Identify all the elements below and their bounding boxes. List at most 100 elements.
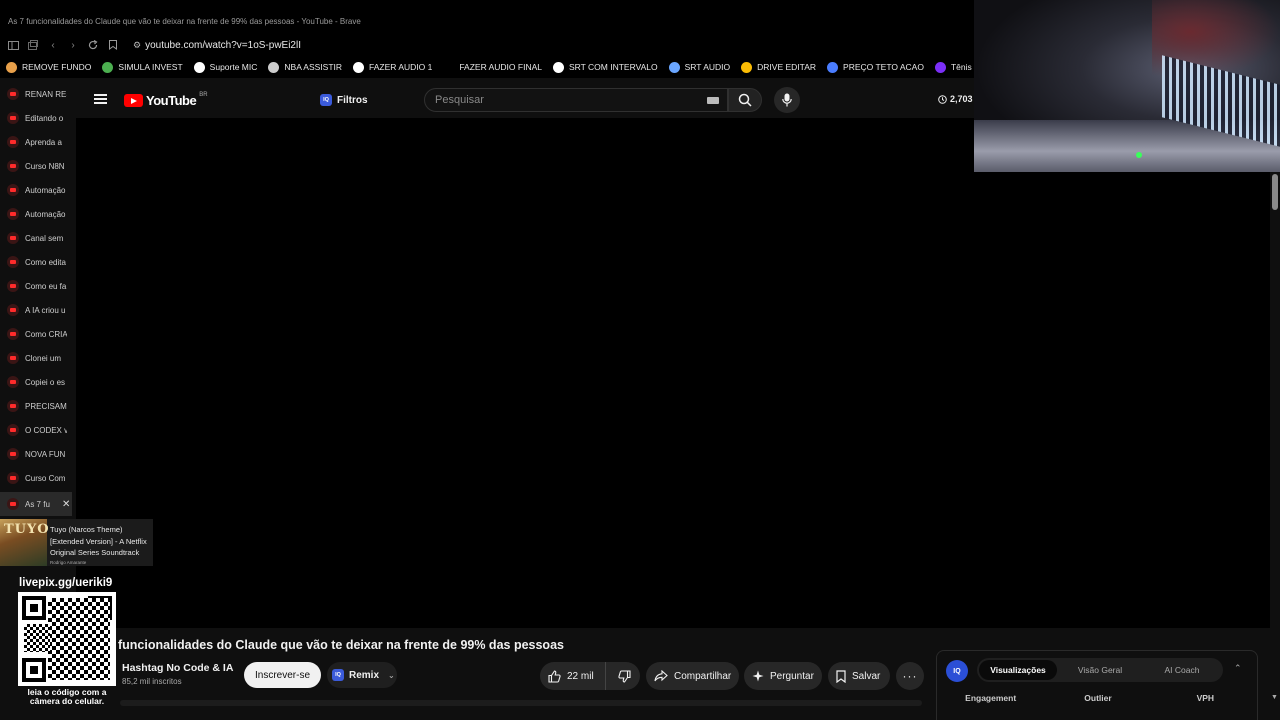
search-button[interactable] xyxy=(728,88,762,112)
bookmark-label: SRT AUDIO xyxy=(684,62,731,72)
vertical-tab[interactable]: PRECISAMO xyxy=(0,394,72,418)
vertical-tab[interactable]: O CODEX v xyxy=(0,418,72,442)
bookmark-label: FAZER AUDIO 1 xyxy=(369,62,433,72)
tab-label: As 7 fu xyxy=(25,499,50,509)
vertical-tab[interactable]: RENAN RES xyxy=(0,82,72,106)
description-box-edge[interactable] xyxy=(120,700,922,706)
bookmark-label: DRIVE EDITAR xyxy=(757,62,817,72)
video-player[interactable] xyxy=(76,118,1270,628)
bookmark-item[interactable]: DRIVE EDITAR xyxy=(741,61,817,73)
qr-modules xyxy=(48,598,110,680)
url-field[interactable]: youtube.com/watch?v=1oS-pwEi2lI xyxy=(145,40,301,51)
vertical-tab[interactable]: Canal sem xyxy=(0,226,72,250)
dislike-button[interactable] xyxy=(606,662,631,690)
vertical-tab-active[interactable]: As 7 fu ✕ xyxy=(0,492,72,516)
screen: As 7 funcionalidades do Claude que vão t… xyxy=(0,0,1280,720)
reload-icon[interactable] xyxy=(83,35,103,55)
like-dislike-group: 22 mil xyxy=(540,662,640,690)
more-actions-button[interactable]: ··· xyxy=(896,662,924,690)
bookmark-label: SRT COM INTERVALO xyxy=(568,62,658,72)
channel-name[interactable]: Hashtag No Code & IA xyxy=(122,662,233,674)
subscribe-button[interactable]: Inscrever-se xyxy=(244,662,321,688)
share-button[interactable]: Compartilhar xyxy=(646,662,739,690)
page-scrollbar[interactable] xyxy=(1270,172,1280,720)
vertical-tab[interactable]: NOVA FUN xyxy=(0,442,72,466)
bookmark-item[interactable]: SIMULA INVEST xyxy=(102,61,183,73)
vertical-tab[interactable]: Como edita xyxy=(0,250,72,274)
scrollbar-thumb[interactable] xyxy=(1272,174,1278,210)
tab-visualizacoes[interactable]: Visualizações xyxy=(979,660,1057,680)
bookmark-item[interactable]: SRT AUDIO xyxy=(668,61,731,73)
hamburger-menu-icon[interactable] xyxy=(94,94,107,104)
tab-label: RENAN RES xyxy=(25,89,67,99)
bookmark-item[interactable]: SRT COM INTERVALO xyxy=(552,61,658,73)
vertical-tab[interactable]: Editando o xyxy=(0,106,72,130)
bookmark-label: SIMULA INVEST xyxy=(118,62,183,72)
save-button[interactable]: Salvar xyxy=(828,662,890,690)
column-engagement: Engagement xyxy=(965,693,1017,703)
forward-icon[interactable]: › xyxy=(63,35,83,55)
site-settings-icon[interactable]: ⚙ xyxy=(133,40,141,51)
vertical-tab[interactable]: Como CRIA xyxy=(0,322,72,346)
album-art: TUYO xyxy=(0,519,50,566)
youtube-header: YouTube BR IQ Filtros Pesquisar 2,703 xyxy=(76,82,975,118)
voice-search-button[interactable] xyxy=(774,87,800,113)
window-title: As 7 funcionalidades do Claude que vão t… xyxy=(0,0,975,34)
close-icon[interactable]: ✕ xyxy=(62,499,70,510)
column-vph: VPH xyxy=(1196,693,1215,703)
track-line-1: Tuyo (Narcos Theme) xyxy=(50,525,123,534)
webcam-led xyxy=(1136,152,1142,158)
tab-groups-icon[interactable] xyxy=(23,35,43,55)
watch-counter[interactable]: 2,703 xyxy=(938,94,973,104)
youtube-favicon-icon xyxy=(7,112,19,124)
vertical-tab[interactable]: Curso Com xyxy=(0,466,72,490)
like-button[interactable]: 22 mil xyxy=(540,662,606,690)
youtube-favicon-icon xyxy=(7,328,19,340)
vertical-tab[interactable]: Copiei o es xyxy=(0,370,72,394)
subscriber-count: 85,2 mil inscritos xyxy=(122,677,182,686)
chevron-up-icon[interactable]: ⌃ xyxy=(1234,663,1242,674)
bookmark-icon xyxy=(836,669,846,683)
tab-label: Curso Com xyxy=(25,473,66,483)
bookmark-item[interactable]: FAZER AUDIO FINAL xyxy=(443,61,542,73)
remix-button[interactable]: IQ Remix ⌄ xyxy=(327,662,397,688)
bookmark-item[interactable]: FAZER AUDIO 1 xyxy=(353,61,433,73)
bookmark-label: PREÇO TETO ACAO xyxy=(843,62,924,72)
iq-logo-icon: IQ xyxy=(332,669,344,681)
back-icon[interactable]: ‹ xyxy=(43,35,63,55)
vertical-tab[interactable]: Automação xyxy=(0,178,72,202)
vertical-tab[interactable]: Clonei um xyxy=(0,346,72,370)
tab-ai-coach[interactable]: AI Coach xyxy=(1143,660,1221,680)
vertical-tabs: RENAN RES Editando o Aprenda a Curso N8N Aut… xyxy=(0,82,72,516)
youtube-favicon-icon xyxy=(7,400,19,412)
bookmark-item[interactable]: Suporte MIC xyxy=(193,61,257,73)
vertical-tab[interactable]: Automação xyxy=(0,202,72,226)
youtube-favicon-icon xyxy=(7,136,19,148)
tab-label: NOVA FUN xyxy=(25,449,66,459)
filters-button[interactable]: IQ Filtros xyxy=(320,90,368,110)
bookmark-item[interactable]: NBA ASSISTIR xyxy=(268,61,342,73)
vertical-tab[interactable]: A IA criou u xyxy=(0,298,72,322)
youtube-logo[interactable]: YouTube BR xyxy=(124,92,208,108)
bookmark-item[interactable]: REMOVE FUNDO xyxy=(6,61,91,73)
album-art-text: TUYO xyxy=(4,522,50,537)
iq-logo-icon: IQ xyxy=(946,660,968,682)
search-input[interactable]: Pesquisar xyxy=(424,88,728,112)
sidebar-toggle-icon[interactable] xyxy=(3,35,23,55)
bookmark-item[interactable]: PREÇO TETO ACAO xyxy=(827,61,924,73)
vertical-tab[interactable]: Aprenda a xyxy=(0,130,72,154)
vertical-tab[interactable]: Curso N8N xyxy=(0,154,72,178)
youtube-favicon-icon xyxy=(7,208,19,220)
bookmark-page-icon[interactable] xyxy=(103,35,123,55)
tab-label: Curso N8N xyxy=(25,161,65,171)
keyboard-icon[interactable] xyxy=(707,97,719,104)
tab-label: Clonei um xyxy=(25,353,62,363)
vertical-tab[interactable]: Como eu fa xyxy=(0,274,72,298)
qr-caption: leia o código com a câmera do celular. xyxy=(18,688,116,720)
chevron-down-icon[interactable]: ⌄ xyxy=(388,671,395,680)
tab-visao-geral[interactable]: Visão Geral xyxy=(1061,660,1139,680)
nba-icon xyxy=(268,61,280,73)
ask-button[interactable]: Perguntar xyxy=(744,662,822,690)
globe-icon xyxy=(193,61,205,73)
scroll-down-arrow-icon[interactable]: ▼ xyxy=(1271,694,1278,701)
